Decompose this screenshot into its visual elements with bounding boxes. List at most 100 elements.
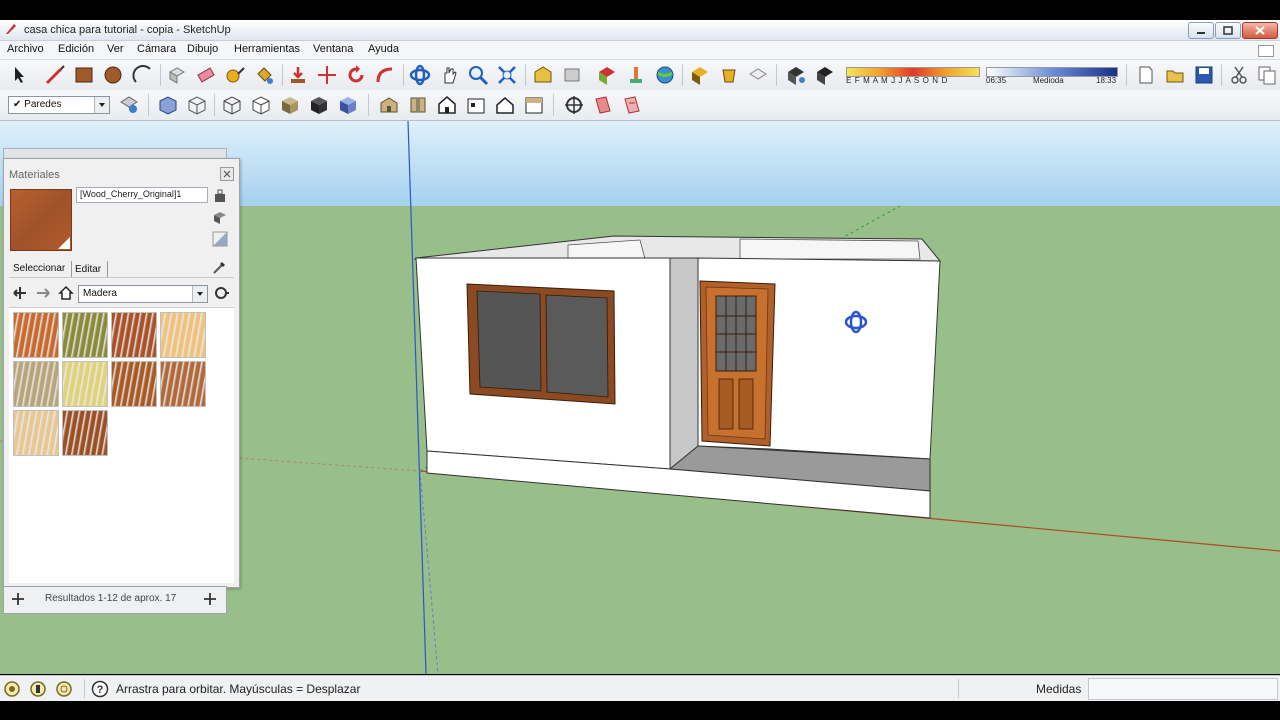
material-swatch[interactable]: [160, 361, 206, 407]
menu-ver[interactable]: Ver: [107, 43, 124, 55]
monochrome-style-icon[interactable]: [337, 94, 359, 116]
add-location-icon[interactable]: [718, 64, 740, 86]
layer-manager-icon[interactable]: [118, 94, 140, 116]
pan-tool-icon[interactable]: [438, 64, 460, 86]
fog-toggle-icon[interactable]: [814, 64, 836, 86]
iso-view-icon[interactable]: [378, 94, 400, 116]
share-model-icon[interactable]: [561, 64, 583, 86]
zoom-tool-icon[interactable]: [467, 64, 489, 86]
shaded-style-icon[interactable]: [279, 94, 301, 116]
material-swatch[interactable]: [111, 312, 157, 358]
geolocation-icon[interactable]: [3, 680, 21, 698]
xray-style-icon[interactable]: [157, 94, 179, 116]
default-material-icon[interactable]: [212, 231, 228, 247]
material-swatch[interactable]: [160, 312, 206, 358]
make-component-icon[interactable]: [166, 64, 188, 86]
eraser-tool-icon[interactable]: [195, 64, 217, 86]
menu-dibujo[interactable]: Dibujo: [187, 43, 218, 55]
menu-herramientas[interactable]: Herramientas: [234, 43, 300, 55]
warehouse-icon[interactable]: [532, 64, 554, 86]
select-tool-icon[interactable]: [8, 64, 30, 86]
menu-archivo[interactable]: Archivo: [7, 43, 44, 55]
resize-panel-icon[interactable]: [203, 592, 217, 606]
forward-arrow-icon[interactable]: [35, 285, 51, 301]
minimize-button[interactable]: [1188, 22, 1214, 39]
line-tool-icon[interactable]: [44, 64, 66, 86]
time-start-label: 06:35: [986, 76, 1007, 85]
material-swatch[interactable]: [62, 361, 108, 407]
right-view-icon[interactable]: [465, 94, 487, 116]
measurements-input[interactable]: [1088, 678, 1278, 700]
material-swatch[interactable]: [62, 312, 108, 358]
save-icon[interactable]: [1193, 64, 1215, 86]
front-view-icon[interactable]: [436, 94, 458, 116]
back-edges-style-icon[interactable]: [186, 94, 208, 116]
material-swatch[interactable]: [13, 410, 59, 456]
extension-icon[interactable]: [625, 64, 647, 86]
orbit-tool-icon[interactable]: [409, 64, 431, 86]
svg-text:?: ?: [97, 684, 104, 696]
new-file-icon[interactable]: [1135, 64, 1157, 86]
house-model[interactable]: [413, 235, 942, 519]
material-swatch[interactable]: [13, 312, 59, 358]
open-file-icon[interactable]: [1164, 64, 1186, 86]
menu-ventana[interactable]: Ventana: [313, 43, 353, 55]
left-view-icon[interactable]: [523, 94, 545, 116]
create-material-icon[interactable]: [212, 209, 228, 225]
material-name-field[interactable]: [Wood_Cherry_Original]1: [76, 187, 208, 203]
tape-measure-icon[interactable]: [224, 64, 246, 86]
hidden-line-style-icon[interactable]: [250, 94, 272, 116]
shadows-toggle-icon[interactable]: [785, 64, 807, 86]
section-plane-icon[interactable]: [592, 94, 614, 116]
blue-axis: [407, 121, 427, 674]
back-view-icon[interactable]: [494, 94, 516, 116]
maximize-button[interactable]: [1215, 22, 1241, 39]
top-view-icon[interactable]: [407, 94, 429, 116]
close-button[interactable]: [1242, 22, 1278, 39]
wireframe-style-icon[interactable]: [221, 94, 243, 116]
cut-icon[interactable]: [1228, 64, 1250, 86]
menu-camara[interactable]: Cámara: [137, 43, 176, 55]
display-secondary-icon[interactable]: [212, 188, 228, 204]
rotate-tool-icon[interactable]: [345, 64, 367, 86]
back-arrow-icon[interactable]: [12, 285, 28, 301]
eyedropper-icon[interactable]: [212, 259, 228, 275]
material-swatch[interactable]: [13, 361, 59, 407]
user-icon[interactable]: [55, 680, 73, 698]
toggle-terrain-icon[interactable]: [747, 64, 769, 86]
paint-bucket-icon[interactable]: [253, 64, 275, 86]
material-swatch[interactable]: [62, 410, 108, 456]
layer-dropdown[interactable]: ✔ Paredes: [8, 96, 110, 114]
panel-close-button[interactable]: [220, 167, 234, 181]
photo-texture-icon[interactable]: [689, 64, 711, 86]
rectangle-tool-icon[interactable]: [73, 64, 95, 86]
get-models-icon[interactable]: [596, 64, 618, 86]
help-icon[interactable]: ?: [91, 680, 109, 698]
move-tool-icon[interactable]: [316, 64, 338, 86]
details-arrow-icon[interactable]: [213, 285, 229, 301]
shaded-textures-style-icon[interactable]: [308, 94, 330, 116]
circle-tool-icon[interactable]: [102, 64, 124, 86]
arc-tool-icon[interactable]: [132, 64, 154, 86]
credits-icon[interactable]: [29, 680, 47, 698]
globe-icon[interactable]: [654, 64, 676, 86]
category-dropdown[interactable]: Madera: [78, 285, 208, 303]
tab-seleccionar[interactable]: Seleccionar: [13, 263, 65, 274]
material-swatch[interactable]: [111, 361, 157, 407]
follow-me-icon[interactable]: [374, 64, 396, 86]
menu-ayuda[interactable]: Ayuda: [368, 43, 399, 55]
menu-restore-icon[interactable]: [1258, 45, 1274, 57]
tab-editar[interactable]: Editar: [75, 264, 101, 275]
material-preview: [10, 189, 72, 251]
zoom-extents-icon[interactable]: [496, 64, 518, 86]
push-pull-icon[interactable]: [287, 64, 309, 86]
results-count: Resultados 1-12 de aprox. 17: [45, 593, 177, 604]
position-camera-icon[interactable]: [563, 94, 585, 116]
section-display-icon[interactable]: [621, 94, 643, 116]
move-panel-icon[interactable]: [11, 592, 25, 606]
checkmark-icon: ✔: [13, 99, 25, 110]
home-icon[interactable]: [58, 285, 74, 301]
materials-panel-title: Materiales: [9, 169, 60, 181]
copy-icon[interactable]: [1256, 64, 1278, 86]
menu-edicion[interactable]: Edición: [58, 43, 94, 55]
